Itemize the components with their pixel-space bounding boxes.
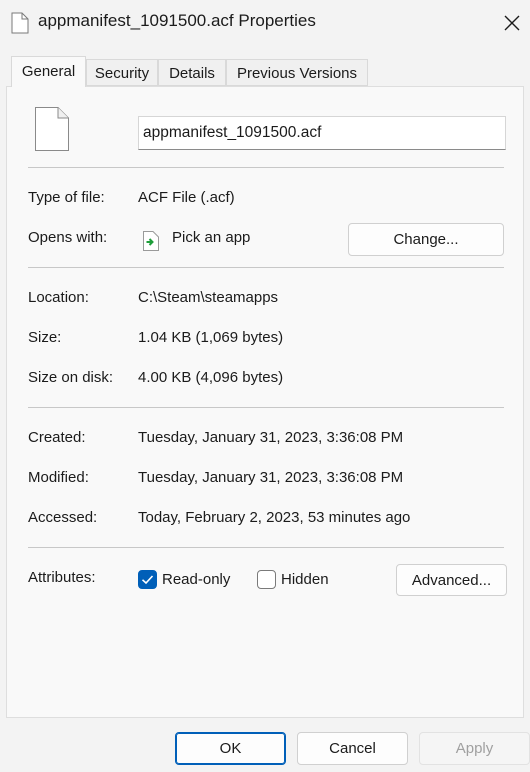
hidden-label[interactable]: Hidden [281, 571, 329, 588]
separator [28, 167, 504, 168]
checkmark-icon [141, 575, 154, 585]
type-label: Type of file: [28, 189, 105, 206]
pick-app-icon [143, 231, 159, 255]
created-value: Tuesday, January 31, 2023, 3:36:08 PM [138, 429, 404, 446]
size-on-disk-label: Size on disk: [28, 369, 114, 386]
attributes-label: Attributes: [28, 569, 96, 586]
accessed-value: Today, February 2, 2023, 53 minutes ago [138, 509, 411, 526]
size-on-disk-value: 4.00 KB (4,096 bytes) [138, 369, 284, 386]
tab-details[interactable]: Details [158, 59, 226, 86]
cancel-button[interactable]: Cancel [297, 732, 408, 765]
opens-with-value: Pick an app [172, 229, 251, 246]
modified-label: Modified: [28, 469, 89, 486]
modified-value: Tuesday, January 31, 2023, 3:36:08 PM [138, 469, 404, 486]
separator [28, 267, 504, 268]
size-value: 1.04 KB (1,069 bytes) [138, 329, 284, 346]
location-value: C:\Steam\steamapps [138, 289, 279, 306]
tab-security[interactable]: Security [86, 59, 158, 86]
window-title: appmanifest_1091500.acf Properties [38, 11, 316, 30]
separator [28, 547, 504, 548]
title-bar: appmanifest_1091500.acf Properties [0, 0, 530, 46]
apply-button[interactable]: Apply [419, 732, 530, 765]
ok-button[interactable]: OK [175, 732, 286, 765]
created-label: Created: [28, 429, 86, 446]
read-only-checkbox[interactable] [138, 570, 157, 589]
tab-previous-versions[interactable]: Previous Versions [226, 59, 368, 86]
general-panel [6, 86, 524, 718]
change-button[interactable]: Change... [348, 223, 504, 256]
size-label: Size: [28, 329, 62, 346]
opens-with-label: Opens with: [28, 229, 108, 246]
location-label: Location: [28, 289, 89, 306]
document-icon [11, 12, 29, 38]
separator [28, 407, 504, 408]
advanced-button[interactable]: Advanced... [396, 564, 507, 596]
tab-general[interactable]: General [11, 56, 86, 87]
read-only-label[interactable]: Read-only [162, 571, 230, 588]
close-button[interactable] [496, 8, 528, 38]
file-name-input[interactable] [138, 116, 506, 150]
file-document-icon [34, 106, 70, 156]
hidden-checkbox[interactable] [257, 570, 276, 589]
accessed-label: Accessed: [28, 509, 98, 526]
close-icon [504, 15, 520, 31]
type-value: ACF File (.acf) [138, 189, 235, 206]
